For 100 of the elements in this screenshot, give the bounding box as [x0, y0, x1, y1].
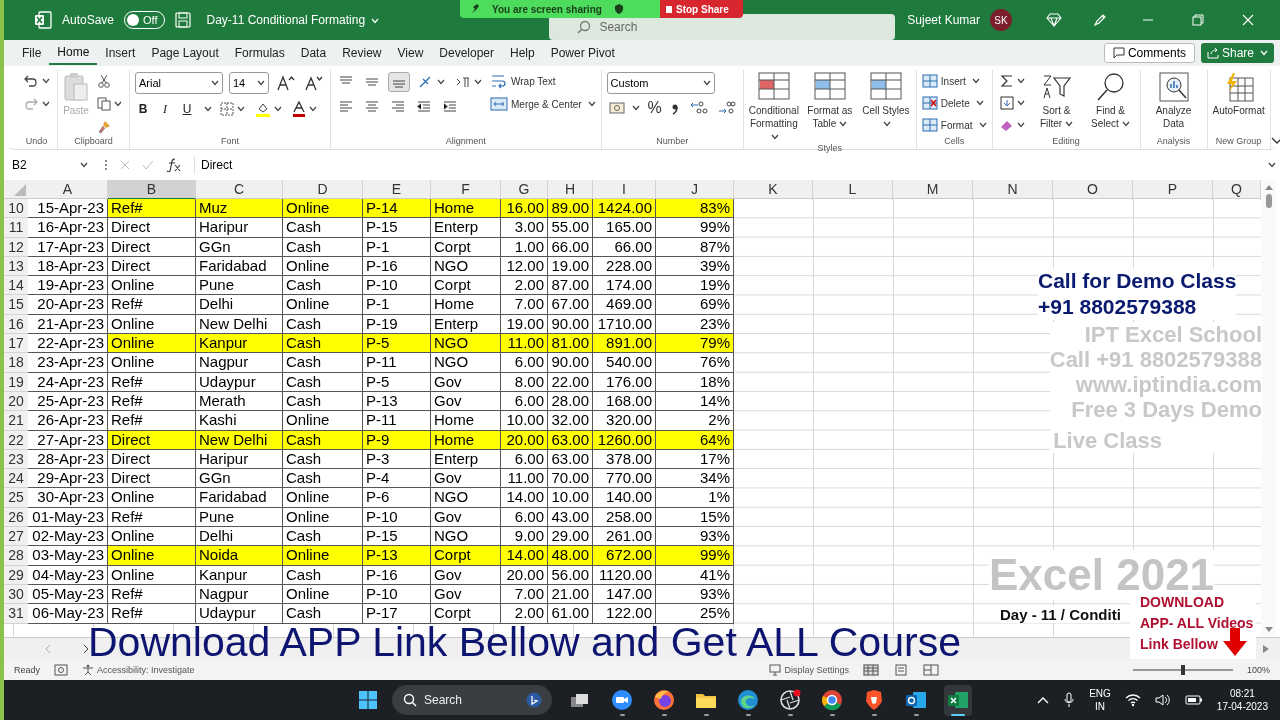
caret-icon[interactable]	[1065, 121, 1074, 128]
align-middle-icon[interactable]	[364, 75, 380, 89]
pen-icon[interactable]	[1092, 12, 1108, 28]
cell-styles-icon[interactable]	[869, 72, 902, 102]
column-header[interactable]: O	[1053, 180, 1133, 200]
macro-record-icon[interactable]	[54, 664, 68, 676]
caret-icon[interactable]	[883, 121, 892, 128]
ribbon-button[interactable]: Find & Select	[1086, 70, 1135, 130]
caret-icon[interactable]	[587, 101, 596, 107]
caret-icon[interactable]	[702, 80, 711, 86]
menu-tab[interactable]: Insert	[97, 41, 144, 65]
browser-circle-icon[interactable]	[821, 688, 843, 711]
menu-tab[interactable]: Formulas	[226, 41, 293, 65]
taskbar-search-field[interactable]: Search	[392, 685, 552, 715]
share-button[interactable]: Share	[1200, 43, 1274, 63]
search-field[interactable]: Search	[549, 14, 896, 40]
column-header[interactable]: L	[813, 180, 893, 200]
column-header[interactable]: B	[108, 180, 196, 200]
copy-icon[interactable]	[97, 97, 111, 111]
caret-icon[interactable]	[309, 106, 317, 112]
row-header[interactable]: 24	[4, 469, 28, 489]
display-settings-button[interactable]: Display Settings	[769, 664, 849, 676]
percent-button[interactable]: %	[647, 99, 662, 117]
undo-icon[interactable]	[23, 74, 39, 88]
caret-icon[interactable]	[631, 105, 640, 111]
ribbon-button[interactable]: Conditional Formatting	[748, 70, 799, 143]
scroll-right-icon[interactable]	[1262, 644, 1270, 654]
number-format-field[interactable]: Custom	[606, 72, 715, 94]
caret-icon[interactable]	[971, 78, 980, 84]
font-size-field[interactable]: 14	[229, 72, 269, 94]
caret-icon[interactable]	[1016, 100, 1025, 106]
caret-icon[interactable]	[975, 100, 984, 106]
ribbon-button[interactable]: Format as Table	[804, 70, 855, 130]
row-header[interactable]: 25	[4, 488, 28, 508]
row-header[interactable]: 26	[4, 507, 28, 528]
clock-time[interactable]: 08:21	[1229, 687, 1255, 700]
diamond-icon[interactable]	[1046, 13, 1062, 27]
row-header[interactable]: 17	[4, 334, 28, 354]
align-right-icon[interactable]	[390, 99, 406, 113]
restore-icon[interactable]	[1192, 14, 1204, 26]
ribbon-button[interactable]: Wrap Text	[490, 72, 596, 90]
scissors-icon[interactable]	[97, 74, 111, 88]
ribbon-button[interactable]: Insert	[921, 72, 987, 90]
ribbon-button[interactable]: Analyze Data	[1145, 70, 1202, 130]
font-name-field[interactable]: Arial	[135, 72, 223, 94]
battery-icon[interactable]	[1184, 694, 1203, 706]
row-header[interactable]: 29	[4, 565, 28, 585]
chevron-up-icon[interactable]	[1037, 696, 1050, 704]
caret-icon[interactable]	[274, 106, 282, 112]
wifi-icon[interactable]	[1124, 693, 1141, 707]
zoom-slider-thumb[interactable]	[1180, 665, 1185, 675]
chart-magnifier-icon[interactable]	[1158, 72, 1189, 102]
lion-shield-icon[interactable]	[863, 688, 885, 711]
browser-wave-icon[interactable]	[737, 688, 759, 711]
eraser-icon[interactable]	[999, 118, 1014, 132]
caret-icon[interactable]	[211, 80, 219, 86]
paintbrush-icon[interactable]	[97, 120, 111, 134]
menu-tab[interactable]: File	[14, 41, 50, 65]
caret-icon[interactable]	[1016, 122, 1025, 128]
row-header[interactable]: 12	[4, 237, 28, 257]
row-header[interactable]: 11	[4, 218, 28, 238]
fill-color-icon[interactable]	[255, 101, 271, 117]
row-header[interactable]: 31	[4, 604, 28, 624]
row-header[interactable]: 22	[4, 430, 28, 450]
fill-down-icon[interactable]	[999, 96, 1014, 110]
increase-decimal-icon[interactable]	[689, 101, 708, 115]
save-icon[interactable]	[174, 12, 191, 28]
row-header[interactable]: 27	[4, 527, 28, 547]
italic-button[interactable]: I	[157, 101, 173, 117]
caret-icon[interactable]	[1268, 162, 1276, 168]
caret-icon[interactable]	[257, 80, 265, 86]
column-header[interactable]: M	[893, 180, 973, 200]
align-left-icon[interactable]	[338, 99, 354, 113]
insert-function-icon[interactable]	[166, 158, 182, 172]
start-icon[interactable]	[358, 690, 378, 710]
menu-tab[interactable]: Help	[502, 41, 543, 65]
close-icon[interactable]	[1242, 14, 1254, 26]
video-call-app-icon[interactable]	[611, 688, 633, 711]
row-header[interactable]: 18	[4, 353, 28, 373]
conditional-formatting-icon[interactable]	[757, 72, 790, 102]
caret-icon[interactable]	[437, 79, 445, 85]
column-header[interactable]: N	[973, 180, 1053, 200]
avatar[interactable]: SK	[990, 9, 1012, 31]
language-indicator[interactable]: ENG	[1089, 687, 1111, 700]
scroll-down-icon[interactable]	[1264, 627, 1273, 633]
sum-icon[interactable]	[999, 74, 1014, 88]
underline-button[interactable]: U	[179, 102, 195, 116]
caret-icon[interactable]	[771, 134, 780, 141]
browser-fox-icon[interactable]	[653, 688, 675, 711]
increase-indent-icon[interactable]	[442, 99, 458, 113]
caret-icon[interactable]	[114, 101, 122, 107]
align-center-icon[interactable]	[364, 99, 380, 113]
menu-tab[interactable]: Power Pivot	[542, 41, 623, 65]
aperture-icon[interactable]	[779, 688, 801, 711]
speaker-icon[interactable]	[1154, 693, 1171, 707]
ribbon-button[interactable]: Merge & Center	[490, 95, 596, 113]
caret-icon[interactable]	[1016, 78, 1025, 84]
increase-font-icon[interactable]	[277, 75, 295, 91]
ribbon-button[interactable]: Cell Styles	[860, 70, 911, 130]
insert-cells-icon[interactable]	[921, 74, 938, 88]
